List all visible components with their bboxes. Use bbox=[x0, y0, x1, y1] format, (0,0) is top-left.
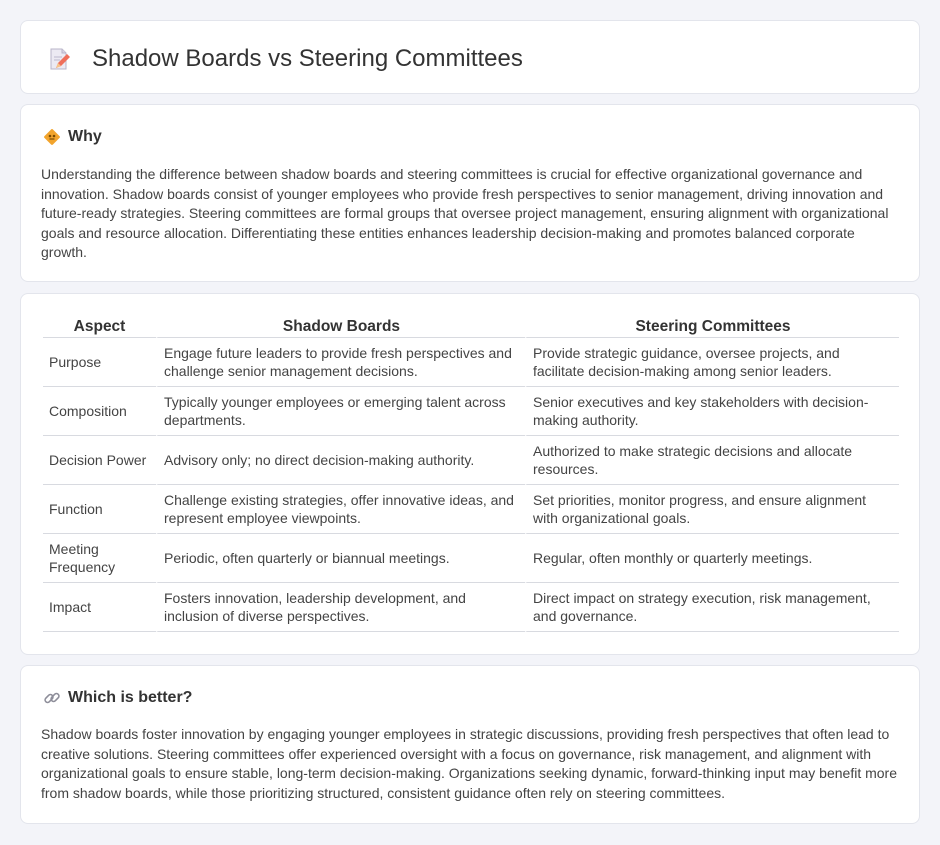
header-shadow-boards: Shadow Boards bbox=[156, 317, 525, 338]
why-body: Understanding the difference between sha… bbox=[41, 166, 889, 260]
steering-cell: Regular, often monthly or quarterly meet… bbox=[525, 534, 899, 583]
aspect-cell: Meeting Frequency bbox=[43, 534, 156, 583]
better-body: Shadow boards foster innovation by engag… bbox=[41, 726, 897, 801]
why-section: Why Understanding the difference between… bbox=[20, 104, 920, 282]
table-row: Function Challenge existing strategies, … bbox=[43, 485, 899, 534]
steering-cell: Set priorities, monitor progress, and en… bbox=[525, 485, 899, 534]
shadow-cell: Typically younger employees or emerging … bbox=[156, 387, 525, 436]
header-aspect: Aspect bbox=[43, 317, 156, 338]
steering-cell: Authorized to make strategic decisions a… bbox=[525, 436, 899, 485]
shadow-cell: Periodic, often quarterly or biannual me… bbox=[156, 534, 525, 583]
header-steering-committees: Steering Committees bbox=[525, 317, 899, 338]
aspect-cell: Impact bbox=[43, 583, 156, 632]
aspect-cell: Composition bbox=[43, 387, 156, 436]
page-title: Shadow Boards vs Steering Committees bbox=[92, 45, 523, 72]
link-icon bbox=[44, 692, 60, 704]
table-row: Decision Power Advisory only; no direct … bbox=[43, 436, 899, 485]
steering-cell: Senior executives and key stakeholders w… bbox=[525, 387, 899, 436]
aspect-cell: Function bbox=[43, 485, 156, 534]
steering-cell: Provide strategic guidance, oversee proj… bbox=[525, 338, 899, 387]
header-card: Shadow Boards vs Steering Committees bbox=[20, 20, 920, 94]
shadow-cell: Advisory only; no direct decision-making… bbox=[156, 436, 525, 485]
table-row: Meeting Frequency Periodic, often quarte… bbox=[43, 534, 899, 583]
which-is-better-section: Which is better? Shadow boards foster in… bbox=[20, 665, 920, 824]
diamond-sign-icon bbox=[44, 129, 60, 145]
comparison-table: Aspect Shadow Boards Steering Committees… bbox=[43, 317, 899, 632]
better-title: Which is better? bbox=[68, 689, 193, 706]
shadow-cell: Challenge existing strategies, offer inn… bbox=[156, 485, 525, 534]
table-row: Purpose Engage future leaders to provide… bbox=[43, 338, 899, 387]
aspect-cell: Decision Power bbox=[43, 436, 156, 485]
why-title: Why bbox=[68, 128, 102, 145]
shadow-cell: Engage future leaders to provide fresh p… bbox=[156, 338, 525, 387]
comparison-section: Aspect Shadow Boards Steering Committees… bbox=[20, 293, 920, 655]
aspect-cell: Purpose bbox=[43, 338, 156, 387]
shadow-cell: Fosters innovation, leadership developme… bbox=[156, 583, 525, 632]
table-row: Composition Typically younger employees … bbox=[43, 387, 899, 436]
steering-cell: Direct impact on strategy execution, ris… bbox=[525, 583, 899, 632]
table-header-row: Aspect Shadow Boards Steering Committees bbox=[43, 317, 899, 338]
table-row: Impact Fosters innovation, leadership de… bbox=[43, 583, 899, 632]
document-pencil-icon bbox=[50, 48, 70, 70]
